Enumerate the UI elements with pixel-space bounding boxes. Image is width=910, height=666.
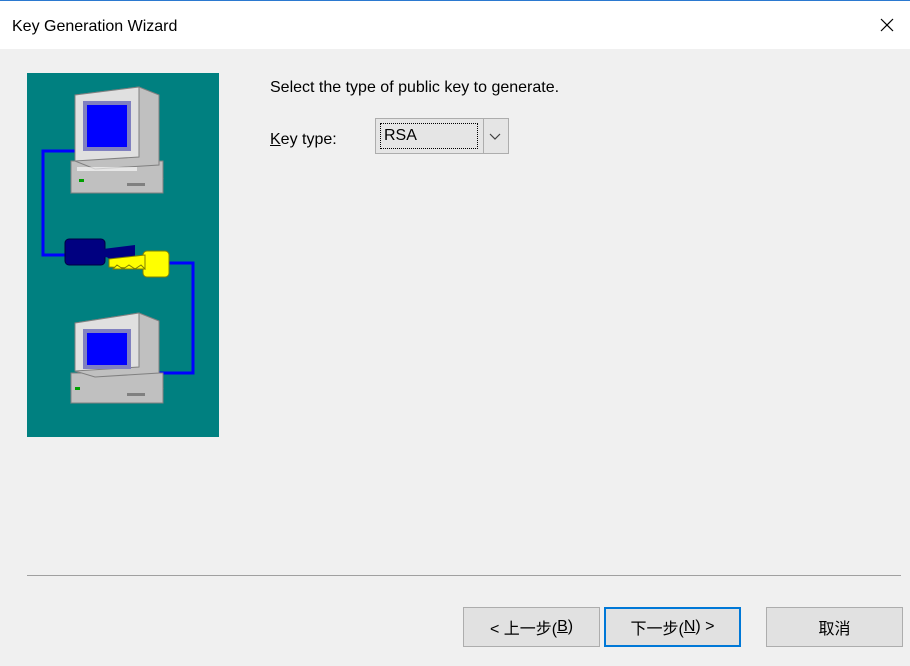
cancel-button[interactable]: 取消 xyxy=(766,607,903,647)
title-bar: Key Generation Wizard xyxy=(0,1,910,49)
cancel-button-label: 取消 xyxy=(818,621,851,638)
back-button-mnemonic: B xyxy=(557,618,568,635)
key-type-label: Key type: xyxy=(270,131,337,149)
next-button-mnemonic: N xyxy=(683,618,696,635)
chevron-down-icon xyxy=(489,133,501,140)
next-button-suffix: ) > xyxy=(695,618,715,635)
key-icon xyxy=(64,238,170,278)
key-type-label-rest: ey type: xyxy=(280,131,337,148)
instruction-text: Select the type of public key to generat… xyxy=(270,79,560,96)
bottom-computer-icon xyxy=(70,312,164,404)
next-button[interactable]: 下一步(N) > xyxy=(604,607,741,647)
key-type-select[interactable]: RSA xyxy=(375,118,509,154)
back-button[interactable]: < 上一步(B) xyxy=(463,607,600,647)
wizard-illustration xyxy=(27,73,219,437)
window-title: Key Generation Wizard xyxy=(12,18,178,35)
key-generation-wizard-window: Key Generation Wizard Select the type of… xyxy=(0,0,910,666)
next-button-label: 下一步( xyxy=(630,621,684,638)
back-button-suffix: ) xyxy=(567,618,574,635)
top-computer-icon xyxy=(70,86,164,194)
key-type-mnemonic: K xyxy=(270,131,281,148)
computers-key-illustration xyxy=(41,86,195,404)
close-button[interactable] xyxy=(864,1,910,49)
back-button-label: < 上一步( xyxy=(489,621,558,638)
select-separator xyxy=(483,119,484,153)
close-icon xyxy=(880,18,894,32)
footer-divider xyxy=(27,575,901,576)
key-type-value: RSA xyxy=(380,123,478,149)
